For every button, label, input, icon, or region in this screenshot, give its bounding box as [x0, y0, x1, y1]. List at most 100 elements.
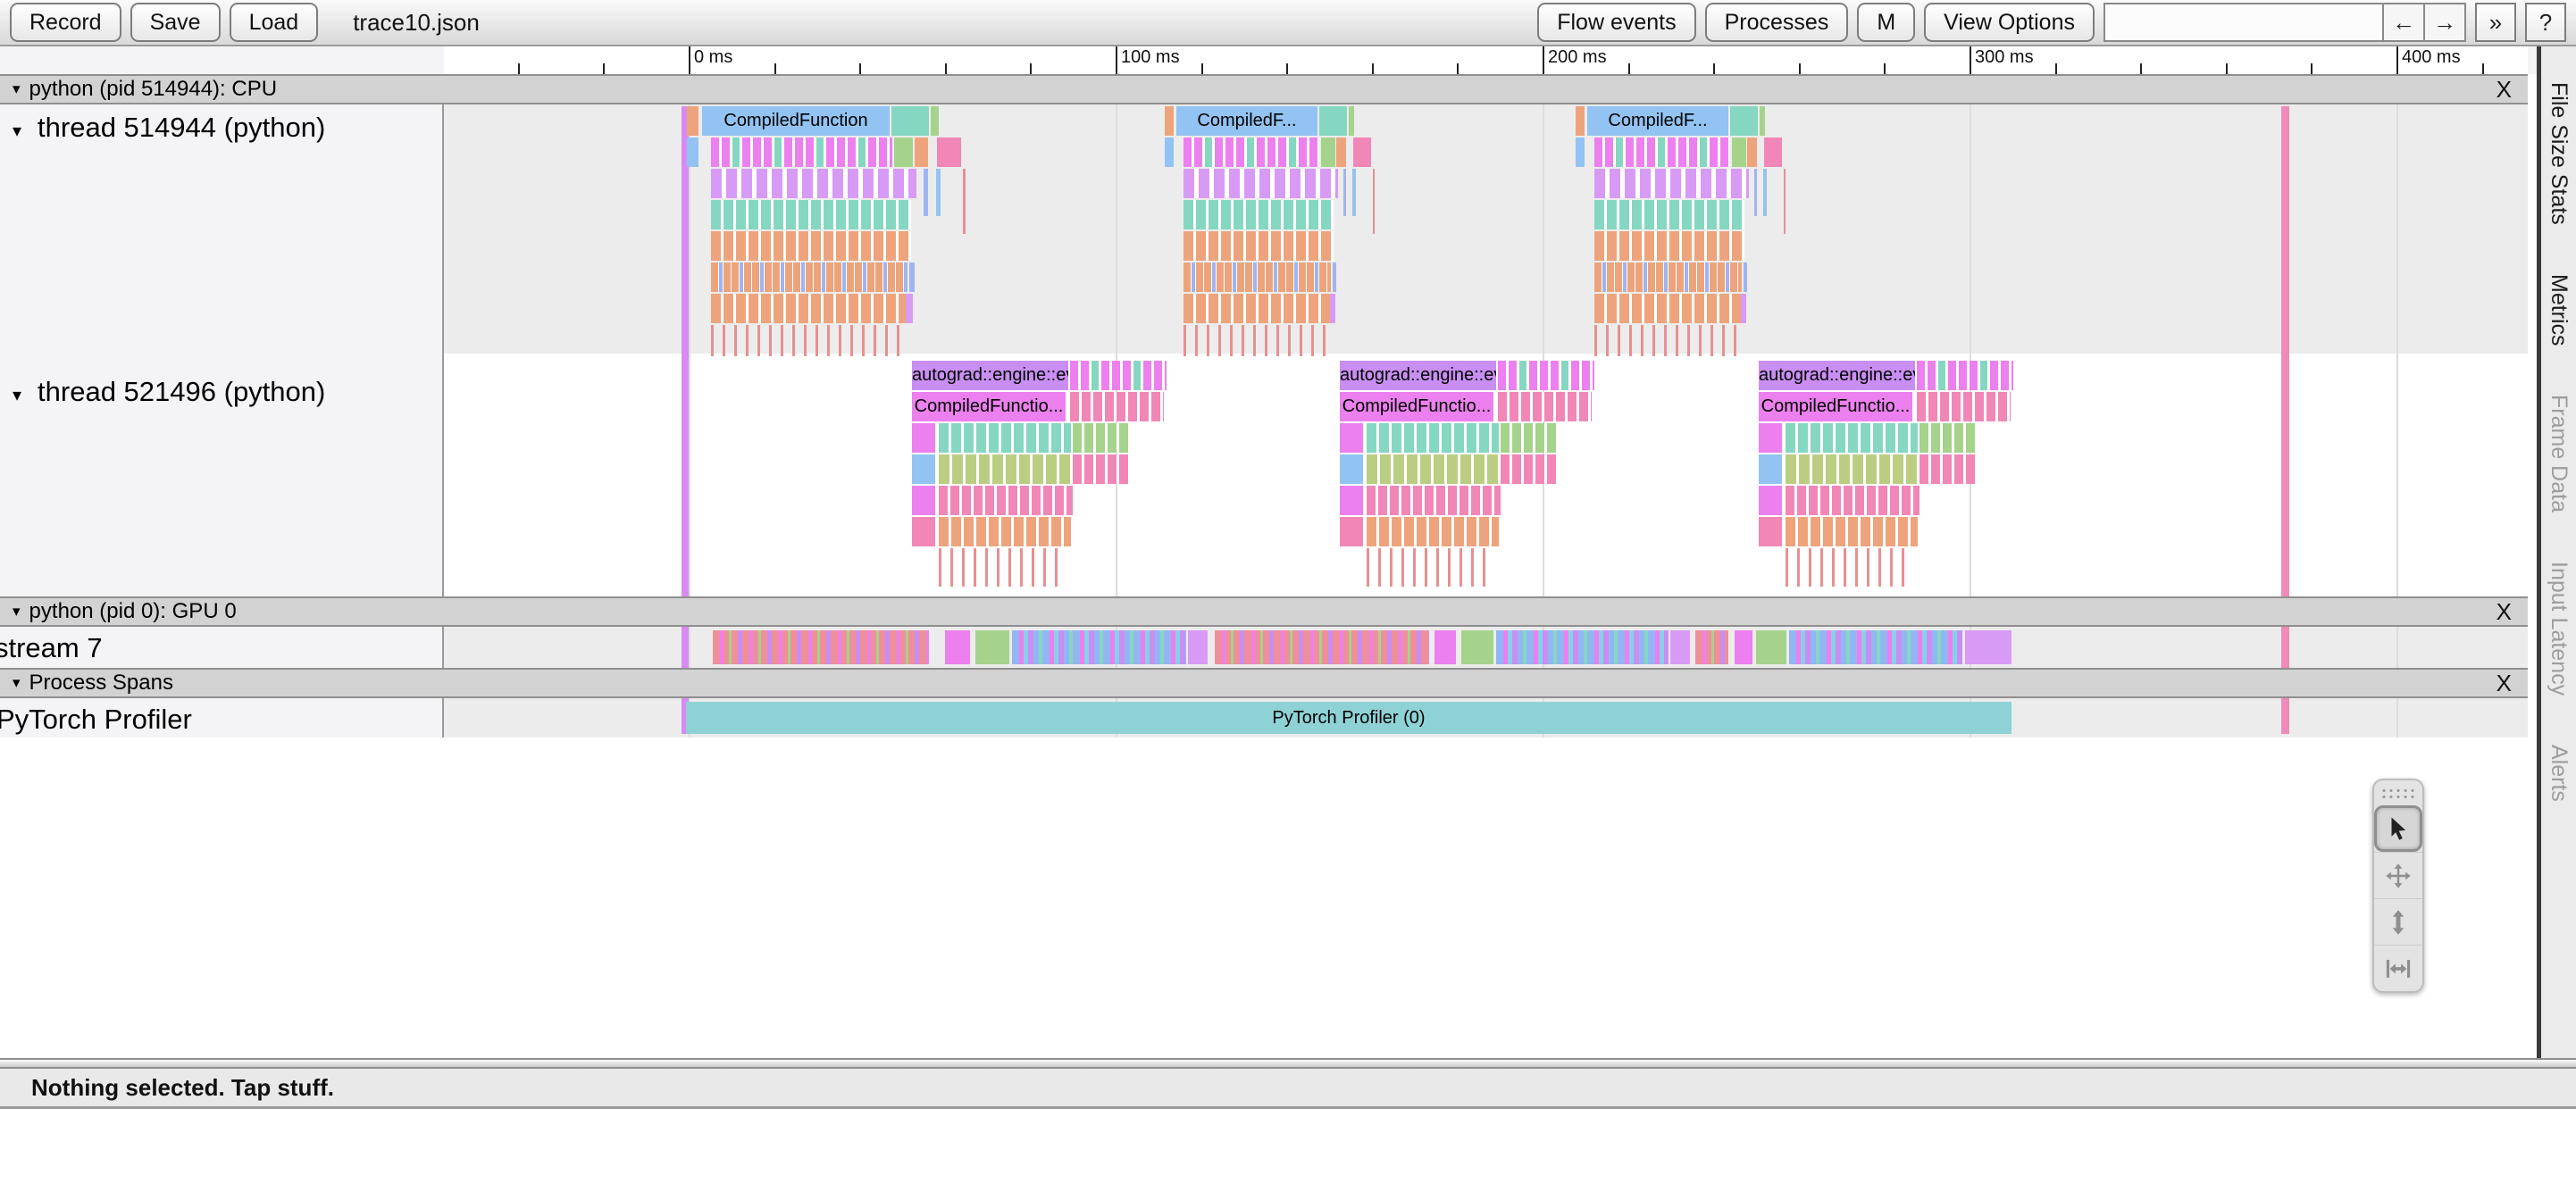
trace-slice[interactable] — [1759, 517, 1782, 546]
trace-slice[interactable] — [711, 262, 907, 292]
trace-slice[interactable] — [1367, 486, 1501, 515]
trace-slice[interactable] — [939, 548, 1064, 587]
autograd-slice[interactable]: autograd::engine::eva... — [912, 361, 1068, 390]
trace-slice[interactable] — [1759, 486, 1782, 515]
close-icon[interactable]: X — [2497, 76, 2512, 103]
trace-slice[interactable] — [936, 169, 941, 216]
profiler-label[interactable]: PyTorch Profiler — [0, 704, 192, 736]
gpu-kernel-slice[interactable] — [1756, 630, 1786, 664]
trace-slice[interactable] — [687, 106, 698, 136]
violet-event-marker[interactable] — [682, 106, 689, 734]
trace-slice[interactable] — [931, 106, 939, 136]
trace-slice[interactable] — [711, 325, 903, 356]
drag-handle-icon[interactable] — [2380, 788, 2416, 802]
collapse-icon[interactable]: ▾ — [13, 386, 21, 405]
trace-slice[interactable] — [687, 138, 698, 167]
collapse-icon[interactable]: ▾ — [13, 80, 21, 98]
trace-slice[interactable] — [1329, 294, 1335, 323]
trace-slice[interactable] — [1729, 106, 1759, 136]
view-options-button[interactable]: View Options — [1924, 3, 2095, 42]
sidebar-tab-file-size-stats[interactable]: File Size Stats — [2546, 82, 2572, 225]
save-button[interactable]: Save — [130, 3, 221, 42]
trace-slice[interactable] — [1352, 138, 1372, 167]
trace-slice[interactable] — [1165, 138, 1174, 167]
trace-slice[interactable] — [1731, 138, 1746, 167]
trace-slice[interactable] — [711, 294, 906, 323]
pink-event-marker[interactable] — [2281, 106, 2289, 734]
trace-slice[interactable] — [939, 517, 1071, 546]
trace-slice[interactable] — [912, 454, 935, 484]
help-button[interactable]: ? — [2525, 3, 2566, 42]
trace-slice[interactable] — [1759, 423, 1782, 453]
metadata-button[interactable]: M — [1857, 3, 1916, 42]
trace-slice[interactable] — [891, 106, 929, 136]
trace-slice[interactable] — [906, 294, 913, 323]
trace-slice[interactable] — [1165, 106, 1174, 136]
trace-slice[interactable] — [1786, 486, 1919, 515]
record-button[interactable]: Record — [10, 3, 121, 42]
find-next-button[interactable]: → — [2423, 4, 2464, 40]
trace-slice[interactable] — [1183, 169, 1338, 198]
trace-slice[interactable] — [1917, 392, 2011, 421]
cpu-process-header[interactable]: ▾ python (pid 514944): CPU X — [0, 74, 2528, 104]
trace-slice[interactable] — [1593, 325, 1739, 356]
trace-slice[interactable] — [1786, 548, 1911, 587]
trace-slice[interactable] — [937, 138, 961, 167]
trace-slice[interactable] — [1786, 454, 1918, 484]
gpu-kernel-slice[interactable] — [1434, 630, 1456, 664]
trace-slice[interactable] — [1576, 106, 1585, 136]
trace-slice[interactable] — [924, 169, 928, 216]
expand-panel-button[interactable]: » — [2475, 3, 2516, 42]
gpu-kernel-slice[interactable] — [1965, 630, 2011, 664]
trace-slice[interactable] — [1759, 106, 1766, 136]
trace-slice[interactable] — [1372, 169, 1375, 234]
trace-slice[interactable] — [1340, 454, 1363, 484]
gpu-kernel-slice[interactable] — [1695, 630, 1728, 664]
close-icon[interactable]: X — [2497, 670, 2512, 696]
zoom-tool-button[interactable] — [2374, 898, 2422, 945]
autograd-slice[interactable]: autograd::engine::eva... — [1759, 361, 1915, 390]
trace-slice[interactable] — [1593, 169, 1749, 198]
trace-slice[interactable] — [711, 231, 911, 261]
trace-slice[interactable] — [1759, 454, 1782, 484]
compiled-function-slice[interactable]: CompiledF... — [1587, 106, 1728, 136]
collapse-icon[interactable]: ▾ — [13, 603, 21, 621]
trace-slice[interactable] — [1498, 392, 1592, 421]
trace-slice[interactable] — [1073, 423, 1128, 453]
trace-slice[interactable] — [1183, 138, 1320, 167]
trace-slice[interactable] — [1367, 517, 1499, 546]
trace-slice[interactable] — [1367, 548, 1492, 587]
autograd-slice[interactable]: CompiledFunctio... — [1340, 392, 1493, 421]
trace-slice[interactable] — [1501, 423, 1556, 453]
trace-slice[interactable] — [1342, 169, 1347, 216]
trace-slice[interactable] — [1070, 392, 1164, 421]
trace-slice[interactable] — [1348, 106, 1355, 136]
trace-slice[interactable] — [1340, 423, 1363, 453]
compiled-function-slice[interactable]: CompiledF... — [1176, 106, 1317, 136]
trace-slice[interactable] — [1367, 423, 1499, 453]
thread-bwd-label[interactable]: ▾ thread 521496 (python) — [13, 376, 325, 408]
trace-slice[interactable] — [912, 486, 935, 515]
gpu-kernel-slice[interactable] — [1188, 630, 1208, 664]
pytorch-profiler-span[interactable]: PyTorch Profiler (0) — [686, 702, 2011, 734]
trace-slice[interactable] — [1183, 231, 1334, 261]
thread-main-label[interactable]: ▾ thread 514944 (python) — [13, 112, 325, 144]
gpu-kernel-slice[interactable] — [1670, 630, 1690, 664]
trace-slice[interactable] — [1740, 294, 1746, 323]
gpu-kernel-slice[interactable] — [1496, 630, 1669, 664]
trace-slice[interactable] — [939, 454, 1071, 484]
trace-slice[interactable] — [939, 486, 1073, 515]
trace-slice[interactable] — [1498, 361, 1594, 390]
trace-slice[interactable] — [912, 517, 935, 546]
trace-slice[interactable] — [1576, 138, 1585, 167]
autograd-slice[interactable]: CompiledFunctio... — [1759, 392, 1912, 421]
trace-slice[interactable] — [1917, 361, 2013, 390]
trace-slice[interactable] — [1763, 169, 1767, 216]
trace-slice[interactable] — [1763, 138, 1783, 167]
trace-slice[interactable] — [1073, 454, 1128, 484]
trace-slice[interactable] — [1593, 262, 1743, 292]
trace-slice[interactable] — [1340, 517, 1363, 546]
time-ruler[interactable]: 0 ms 100 ms 200 ms 300 ms 400 ms — [0, 46, 2576, 74]
flow-events-button[interactable]: Flow events — [1537, 3, 1696, 42]
trace-slice[interactable] — [1336, 138, 1347, 167]
